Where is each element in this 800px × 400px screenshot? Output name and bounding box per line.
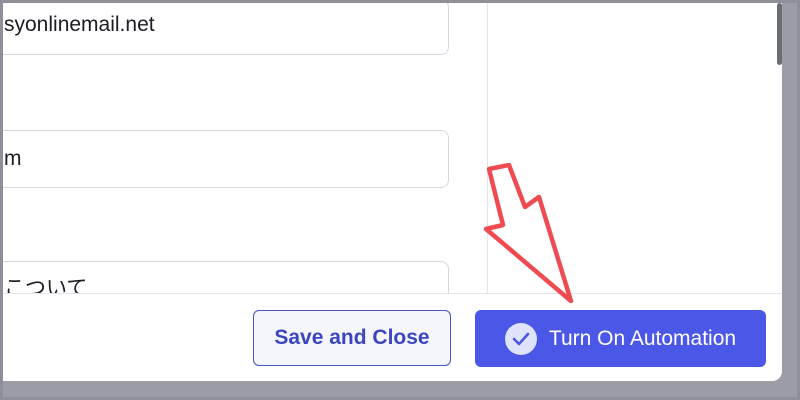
check-mark-icon (512, 332, 530, 345)
second-field[interactable]: m (3, 130, 449, 188)
side-pane (487, 3, 782, 293)
check-circle-icon (504, 322, 537, 355)
dialog-footer: Save and Close Turn On Automation (3, 293, 782, 381)
form-scroll-area[interactable]: syonlinemail.net m こついて (3, 3, 487, 293)
turn-on-automation-label: Turn On Automation (548, 326, 737, 350)
scrollbar-thumb[interactable] (777, 3, 782, 65)
automation-dialog: syonlinemail.net m こついて Save and Close T… (3, 3, 782, 381)
third-field[interactable]: こついて (3, 261, 449, 293)
save-and-close-label: Save and Close (274, 326, 430, 349)
email-field[interactable]: syonlinemail.net (3, 3, 449, 55)
window-backdrop: syonlinemail.net m こついて Save and Close T… (3, 3, 797, 397)
turn-on-automation-button[interactable]: Turn On Automation (475, 310, 766, 367)
save-and-close-button[interactable]: Save and Close (253, 310, 451, 366)
screen-frame: syonlinemail.net m こついて Save and Close T… (0, 0, 800, 400)
